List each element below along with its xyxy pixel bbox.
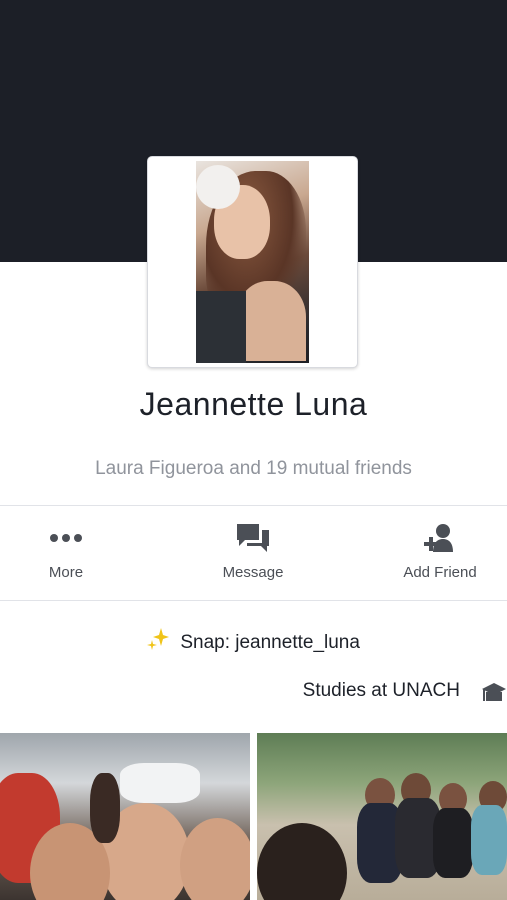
message-icon (235, 522, 271, 559)
studies-row[interactable]: Studies at UNACH (0, 680, 507, 708)
photo-thumbnail[interactable] (0, 733, 250, 900)
snap-row: Snap: jeannette_luna (0, 626, 507, 654)
mutual-friends[interactable]: Laura Figueroa and 19 mutual friends (0, 458, 507, 480)
add-friend-label: Add Friend (403, 564, 477, 581)
profile-name: Jeannette Luna (139, 386, 368, 422)
divider (0, 505, 507, 506)
studies-text: Studies at UNACH (302, 680, 460, 701)
profile-photo-image (196, 161, 309, 363)
add-friend-button[interactable]: Add Friend (370, 518, 507, 592)
sparkle-icon (147, 628, 176, 653)
message-button[interactable]: Message (183, 518, 323, 592)
divider (0, 600, 507, 601)
snap-text: Snap: jeannette_luna (180, 632, 360, 653)
add-friend-icon (424, 522, 456, 561)
more-button[interactable]: More (0, 518, 136, 592)
photo-thumbnail[interactable] (257, 733, 507, 900)
school-icon (481, 682, 507, 709)
profile-picture[interactable] (147, 156, 358, 368)
more-label: More (48, 564, 84, 581)
more-icon (49, 530, 83, 548)
message-label: Message (222, 564, 284, 581)
